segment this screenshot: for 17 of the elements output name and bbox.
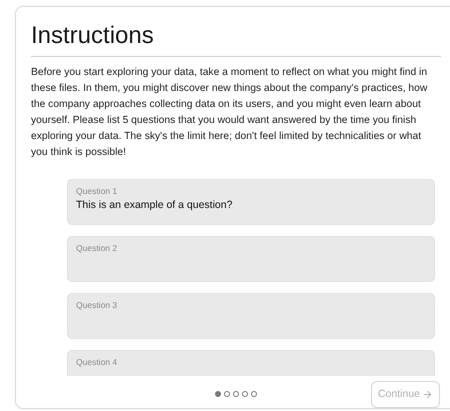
page-dot[interactable] [250, 391, 256, 398]
instructions-text: Before you start exploring your data, take a moment to reflect on what you might find in these files. In them, you might discover new things about the company's practices, how the company approaches collecting data on its users, and you might even learn about yourself. Please list 5 questions that you would want answered by the time you finish exploring your data. The sky's the limit here; don't feel limited by technicalities or what you think is possible! [31, 66, 428, 160]
page-dot[interactable] [214, 391, 220, 398]
field-label: Question 4 [76, 357, 118, 368]
question-field[interactable]: Question 1 This is an example of a question? [67, 179, 435, 225]
arrow-right-icon [422, 388, 433, 400]
page-dot[interactable] [242, 391, 248, 398]
question-field[interactable]: Question 2 [67, 236, 435, 282]
question-field[interactable]: Question 4 [67, 350, 435, 376]
page-dot[interactable] [224, 391, 230, 398]
field-label: Question 1 [76, 186, 118, 197]
page-dot[interactable] [232, 391, 238, 398]
field-label: Question 2 [76, 243, 118, 254]
answer-input[interactable]: This is an example of a question? [76, 199, 426, 211]
page-title: Instructions [31, 21, 154, 51]
field-label: Question 3 [76, 300, 118, 311]
question-field[interactable]: Question 3 [67, 293, 435, 339]
